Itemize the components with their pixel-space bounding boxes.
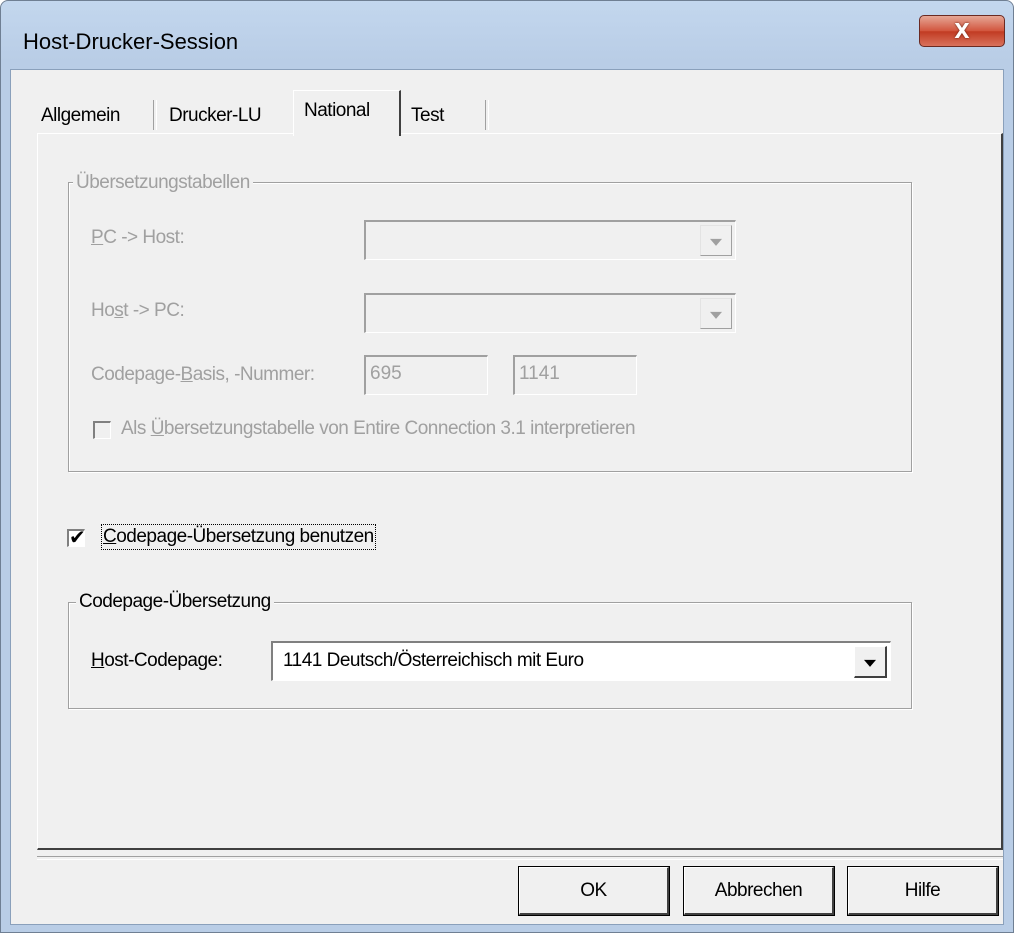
codepage-basis-field[interactable]: 695 [364,355,488,395]
translation-tables-group-title: Übersetzungstabellen [73,172,253,194]
host-codepage-label: Host-Codepage: [91,650,223,671]
separator [37,856,1003,860]
dialog-client-area: Allgemein Drucker-LU National Test Übers… [10,69,1004,925]
dialog-window: Host-Drucker-Session X Allgemein Drucker… [0,0,1014,933]
tab-drucker-lu[interactable]: Drucker-LU [169,97,262,133]
pc-host-dropdown-button[interactable] [700,225,732,256]
pc-host-label: PC -> Host: [91,227,185,248]
ok-button[interactable]: OK [518,866,670,916]
title-bar[interactable]: Host-Drucker-Session X [1,1,1013,69]
tab-test[interactable]: Test [411,97,444,133]
close-icon: X [954,19,970,43]
chevron-down-icon [710,311,722,319]
use-codepage-checkbox[interactable]: ✔ [67,525,86,549]
codepage-translation-group-title: Codepage-Übersetzung [76,591,274,613]
pc-host-select[interactable] [364,220,736,260]
tab-separator [485,100,489,130]
checkmark-icon: ✔ [69,525,86,549]
codepage-basis-label: Codepage-Basis, -Nummer: [91,364,315,385]
ec31-checkbox-label: Als Übersetzungstabelle von Entire Conne… [121,418,636,439]
tab-national[interactable]: National [293,90,401,136]
tab-allgemein[interactable]: Allgemein [41,97,120,133]
host-pc-label: Host -> PC: [91,300,185,321]
window-title: Host-Drucker-Session [23,29,239,54]
codepage-number-field[interactable]: 1141 [513,355,637,395]
ec31-checkbox[interactable] [93,421,111,439]
chevron-down-icon [710,238,722,246]
host-codepage-dropdown-button[interactable] [854,646,887,678]
close-button[interactable]: X [919,15,1005,47]
tab-separator [153,100,157,130]
cancel-button[interactable]: Abbrechen [683,866,835,916]
host-codepage-select[interactable]: 1141 Deutsch/Österreichisch mit Euro [271,641,891,681]
help-button[interactable]: Hilfe [847,866,999,916]
host-pc-select[interactable] [364,293,736,333]
chevron-down-icon [864,659,876,667]
host-codepage-value: 1141 Deutsch/Österreichisch mit Euro [283,650,584,671]
host-pc-dropdown-button[interactable] [700,298,732,329]
use-codepage-label[interactable]: Codepage-Übersetzung benutzen [101,524,376,550]
